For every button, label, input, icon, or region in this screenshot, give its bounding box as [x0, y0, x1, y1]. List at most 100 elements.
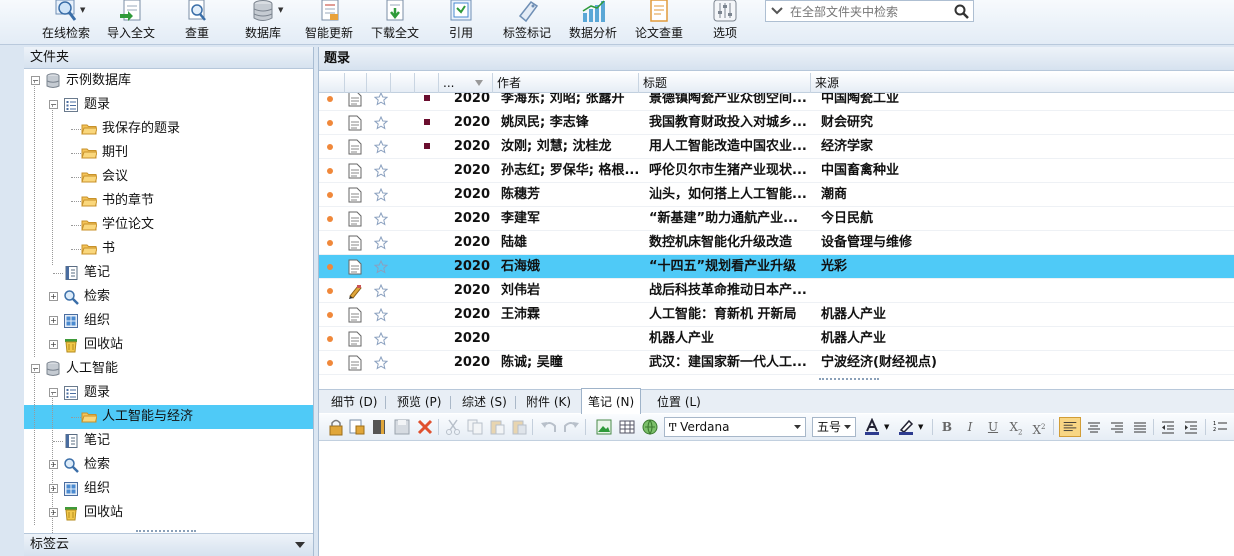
star-icon[interactable]: [373, 235, 389, 250]
paper-check-button[interactable]: 论文查重: [632, 0, 686, 45]
font-color-dropdown-icon[interactable]: ▼: [884, 423, 889, 431]
table-row[interactable]: 2020 李海东; 刘昭; 张露开 景德镇陶瓷产业众创空间... 中国陶瓷工业: [319, 93, 1234, 111]
highlight-color-icon[interactable]: [897, 418, 915, 436]
col-year-header[interactable]: ...: [439, 73, 493, 93]
document-icon[interactable]: [348, 211, 362, 227]
import-fulltext-button[interactable]: 导入全文: [104, 0, 158, 45]
star-icon[interactable]: [373, 163, 389, 178]
insert-image-icon[interactable]: [595, 418, 613, 436]
bold-button[interactable]: B: [938, 418, 956, 436]
table-row[interactable]: 2020 陆雄 数控机床智能化升级改造 设备管理与维修: [319, 231, 1234, 255]
save-version-icon[interactable]: [348, 418, 366, 436]
paste-special-icon[interactable]: [510, 418, 528, 436]
align-right-icon[interactable]: [1108, 418, 1126, 436]
collapse-toggle[interactable]: −: [49, 388, 58, 397]
table-row[interactable]: 2020 汝刚; 刘慧; 沈桂龙 用人工智能改造中国农业... 经济学家: [319, 135, 1234, 159]
underline-button[interactable]: U: [984, 418, 1002, 436]
table-row[interactable]: 2020 刘伟岩 战后科技革命推动日本产...: [319, 279, 1234, 303]
star-icon[interactable]: [373, 331, 389, 346]
document-icon[interactable]: [348, 187, 362, 203]
tree-item[interactable]: + 检索: [24, 453, 313, 477]
align-left-icon[interactable]: [1059, 417, 1081, 437]
tree-item[interactable]: 我保存的题录: [24, 117, 313, 141]
search-input[interactable]: [790, 3, 950, 20]
subscript-button[interactable]: X2: [1007, 418, 1025, 436]
chevron-down-icon[interactable]: [771, 4, 783, 18]
table-row[interactable]: 2020 王沛霖 人工智能：育新机 开新局 机器人产业: [319, 303, 1234, 327]
col-title-header[interactable]: 标题: [639, 73, 811, 93]
table-row[interactable]: 2020 孙志红; 罗保华; 格根... 呼伦贝尔市生猪产业现状... 中国畜禽种业: [319, 159, 1234, 183]
superscript-button[interactable]: X2: [1030, 418, 1048, 437]
lock-icon[interactable]: [327, 418, 345, 436]
folder-search-box[interactable]: [765, 0, 974, 22]
tag-cloud-header[interactable]: 标签云: [24, 533, 313, 556]
star-icon[interactable]: [373, 307, 389, 322]
document-icon[interactable]: [348, 163, 362, 179]
tab-preview[interactable]: 预览 (P): [391, 390, 447, 414]
collapse-toggle[interactable]: −: [49, 100, 58, 109]
tree-item[interactable]: 笔记: [24, 429, 313, 453]
table-row[interactable]: 2020 姚凤民; 李志锋 我国教育财政投入对城乡... 财会研究: [319, 111, 1234, 135]
save-icon[interactable]: [393, 418, 411, 436]
tag-mark-button[interactable]: 标签标记: [500, 0, 554, 45]
table-row[interactable]: 2020 机器人产业 机器人产业: [319, 327, 1234, 351]
star-icon[interactable]: [373, 211, 389, 226]
insert-link-icon[interactable]: [641, 418, 659, 436]
tree-item[interactable]: − 示例数据库: [24, 69, 313, 93]
italic-button[interactable]: I: [961, 418, 979, 436]
tree-item[interactable]: − 人工智能: [24, 357, 313, 381]
highlight-dropdown-icon[interactable]: ▼: [918, 423, 923, 431]
col-note-header[interactable]: [391, 73, 415, 93]
smart-update-button[interactable]: 智能更新: [302, 0, 356, 45]
grid-splitter-grip[interactable]: [819, 378, 879, 381]
data-analysis-button[interactable]: 数据分析: [566, 0, 620, 45]
col-attach-header[interactable]: [345, 73, 367, 93]
col-flag-header[interactable]: [415, 73, 439, 93]
tab-location[interactable]: 位置 (L): [651, 390, 707, 414]
tree-item[interactable]: 会议: [24, 165, 313, 189]
tree-item[interactable]: + 组织: [24, 477, 313, 501]
align-center-icon[interactable]: [1085, 418, 1103, 436]
justify-icon[interactable]: [1131, 418, 1149, 436]
star-icon[interactable]: [373, 93, 389, 106]
star-icon[interactable]: [373, 187, 389, 202]
document-icon[interactable]: [348, 331, 362, 347]
document-icon[interactable]: [348, 115, 362, 131]
search-icon[interactable]: [954, 4, 969, 19]
tree-item[interactable]: 笔记: [24, 261, 313, 285]
collapse-toggle[interactable]: −: [31, 76, 40, 85]
expand-toggle[interactable]: +: [49, 460, 58, 469]
tree-item[interactable]: 学位论文: [24, 213, 313, 237]
duplicate-check-button[interactable]: 查重: [176, 0, 218, 45]
bookmark-icon[interactable]: [370, 418, 388, 436]
paste-icon[interactable]: [488, 418, 506, 436]
expand-toggle[interactable]: +: [49, 484, 58, 493]
table-row[interactable]: 2020 李建军 “新基建”助力通航产业... 今日民航: [319, 207, 1234, 231]
collapse-toggle[interactable]: −: [31, 364, 40, 373]
cite-button[interactable]: 引用: [442, 0, 480, 45]
options-button[interactable]: 选项: [706, 0, 744, 45]
tab-attachments[interactable]: 附件 (K): [520, 390, 577, 414]
note-editor-area[interactable]: [319, 442, 1234, 556]
star-icon[interactable]: [373, 355, 389, 370]
star-icon[interactable]: [373, 259, 389, 274]
tree-item[interactable]: 期刊: [24, 141, 313, 165]
expand-toggle[interactable]: +: [49, 316, 58, 325]
tree-item[interactable]: 人工智能与经济: [24, 405, 313, 429]
tree-item[interactable]: + 检索: [24, 285, 313, 309]
star-icon[interactable]: [373, 283, 389, 298]
col-author-header[interactable]: 作者: [493, 73, 639, 93]
document-icon[interactable]: [348, 355, 362, 371]
tree-item[interactable]: − 题录: [24, 93, 313, 117]
col-status-header[interactable]: [319, 73, 345, 93]
document-icon[interactable]: [348, 259, 362, 275]
tree-item[interactable]: 书: [24, 237, 313, 261]
numbered-list-icon[interactable]: 12: [1211, 418, 1229, 436]
expand-toggle[interactable]: +: [49, 292, 58, 301]
redo-icon[interactable]: [562, 418, 580, 436]
undo-icon[interactable]: [540, 418, 558, 436]
tree-item[interactable]: + 组织: [24, 309, 313, 333]
tree-item[interactable]: − 题录: [24, 381, 313, 405]
tree-item[interactable]: + 回收站: [24, 333, 313, 357]
edit-note-icon[interactable]: [348, 283, 362, 299]
